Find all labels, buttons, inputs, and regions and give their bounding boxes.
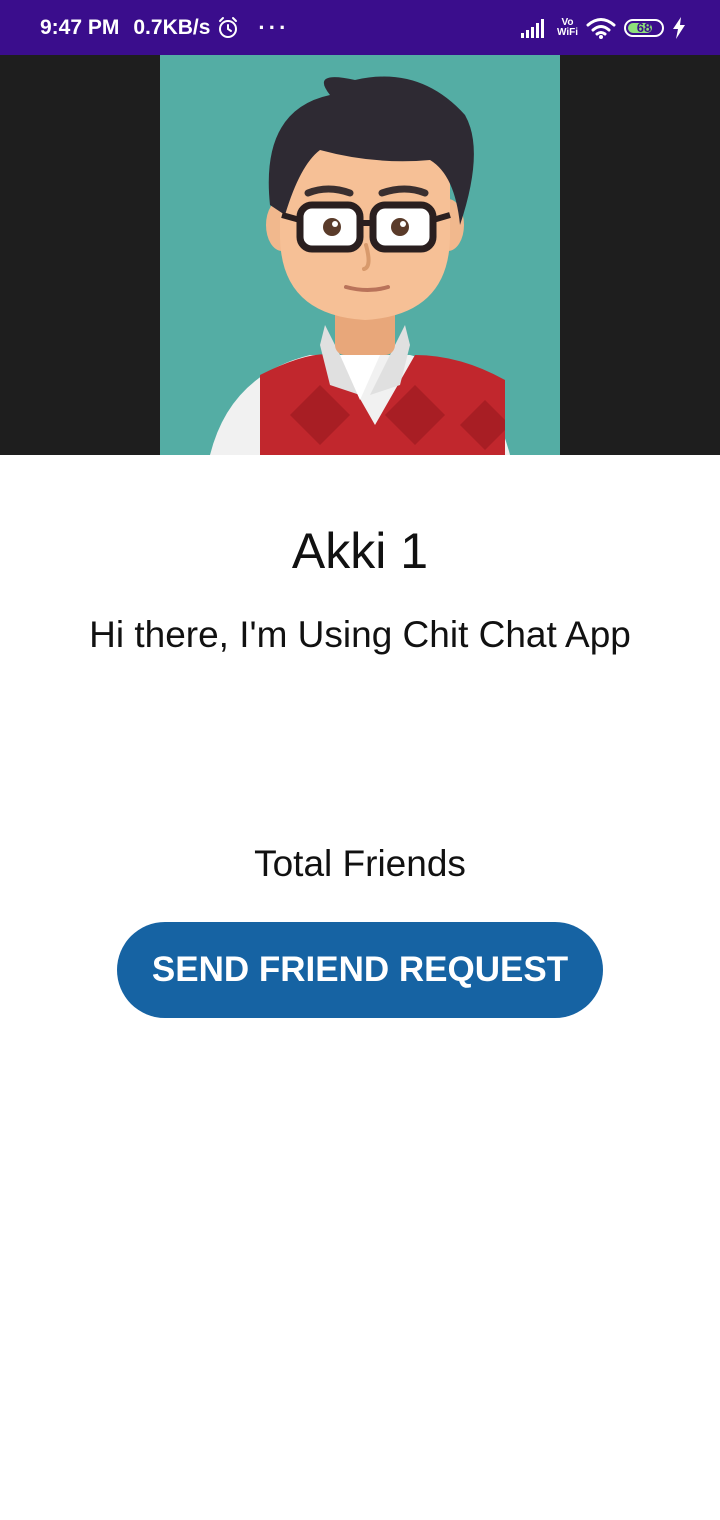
charging-icon (673, 16, 685, 39)
vowifi-bottom-label: WiFi (556, 26, 578, 38)
send-friend-request-button[interactable]: SEND FRIEND REQUEST (117, 922, 603, 1018)
profile-avatar[interactable] (160, 55, 560, 455)
profile-status: Hi there, I'm Using Chit Chat App (89, 614, 631, 655)
network-speed: 0.7KB/s (133, 15, 211, 39)
profile-image-area (0, 55, 720, 455)
status-time: 9:47 PM (40, 15, 120, 39)
more-notifications-icon: ··· (258, 14, 290, 40)
signal-icon (520, 18, 544, 38)
battery-level: 68 (636, 20, 652, 35)
profile-name: Akki 1 (291, 523, 429, 579)
vowifi-icon: Vo WiFi (556, 16, 578, 38)
status-bar-left: 9:47 PM 0.7KB/s ··· (40, 0, 289, 55)
battery-icon: 68 (624, 18, 664, 37)
wifi-icon (586, 17, 616, 39)
avatar-illustration (210, 76, 510, 455)
alarm-icon (219, 16, 238, 38)
total-friends-label: Total Friends (254, 843, 466, 884)
status-bar-right: Vo WiFi 68 (513, 0, 686, 55)
vowifi-top-label: Vo (561, 16, 574, 28)
status-bar: 9:47 PM 0.7KB/s ··· Vo WiFi 68 (0, 0, 720, 55)
